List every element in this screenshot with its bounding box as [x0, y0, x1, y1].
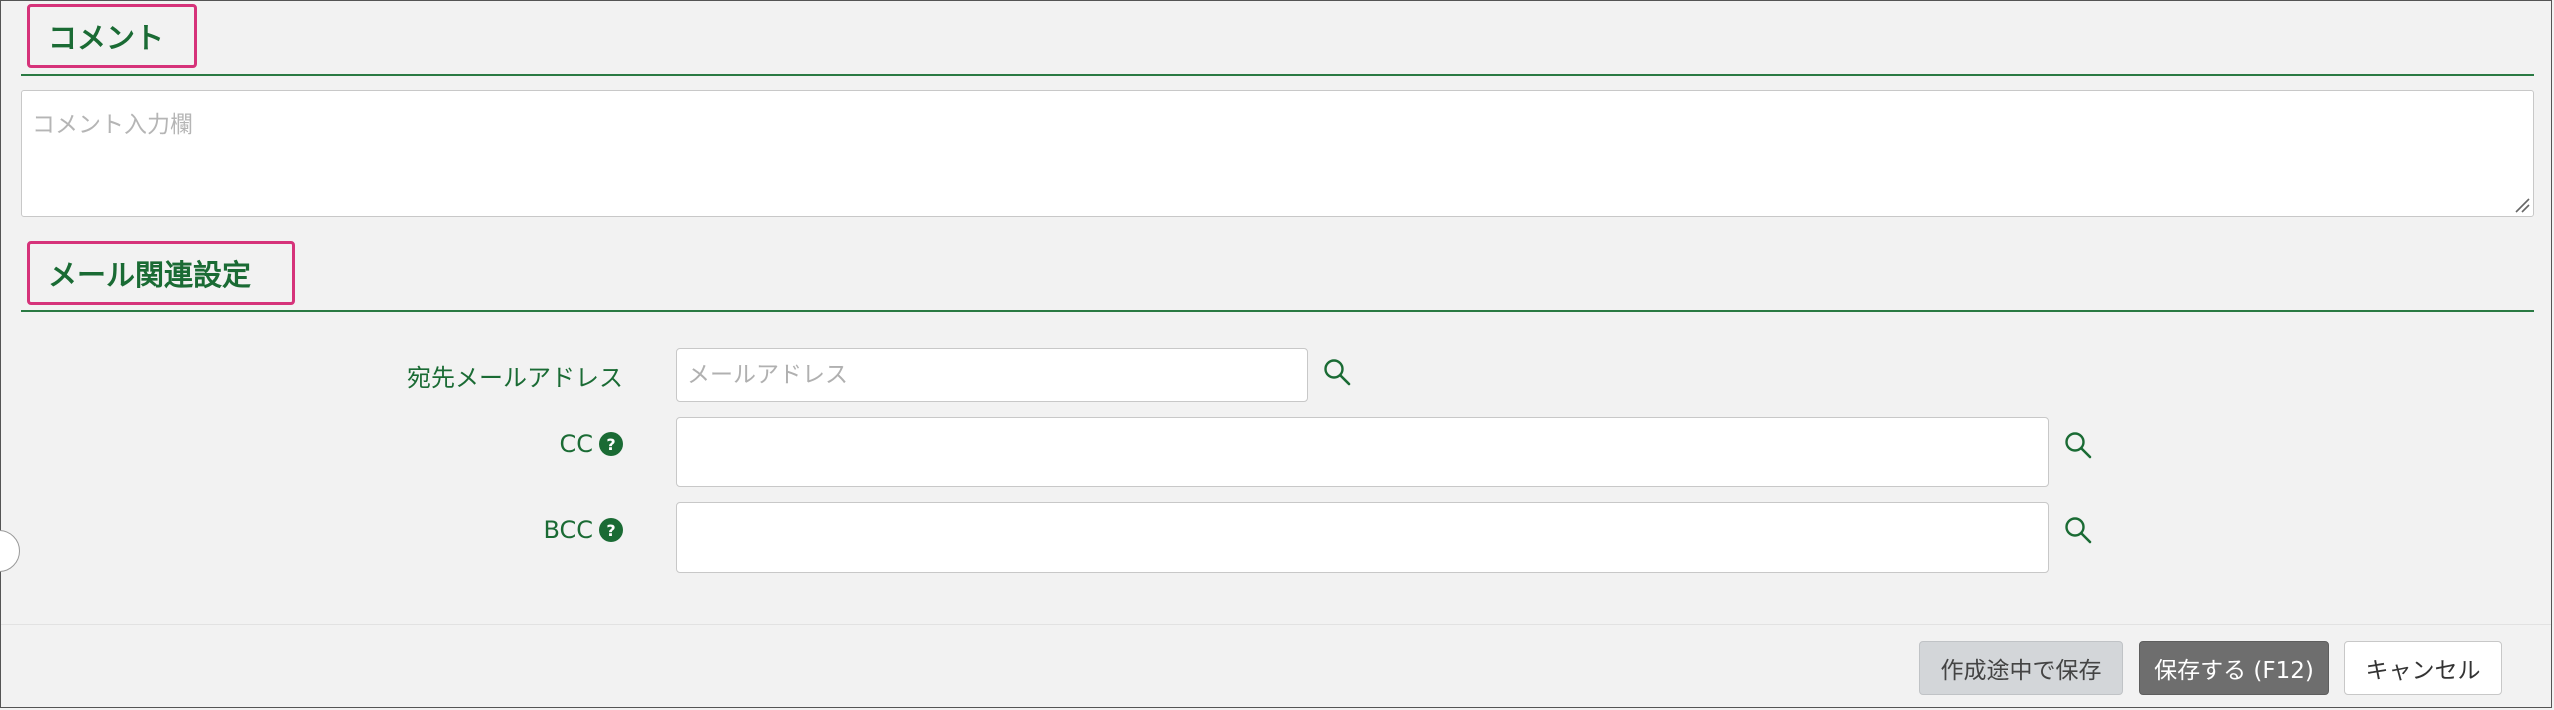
save-button[interactable]: 保存する (F12)	[2139, 641, 2329, 695]
comment-section-divider	[21, 74, 2534, 76]
to-address-label-text: 宛先メールアドレス	[407, 363, 623, 392]
cc-label: CC ?	[300, 424, 623, 464]
bcc-search-button[interactable]	[2061, 513, 2095, 547]
cancel-button[interactable]: キャンセル	[2344, 641, 2502, 695]
to-address-label: 宛先メールアドレス	[300, 355, 623, 395]
search-icon	[1324, 359, 1351, 386]
search-icon	[2065, 517, 2092, 544]
to-address-search-button[interactable]	[1320, 355, 1354, 389]
comment-section-title-text: コメント	[48, 21, 165, 55]
comment-section-title: コメント	[27, 4, 197, 68]
bcc-label: BCC ?	[300, 510, 623, 550]
comment-textarea[interactable]	[21, 90, 2534, 217]
cc-label-text: CC	[559, 430, 593, 458]
search-icon	[2065, 432, 2092, 459]
footer-divider	[1, 624, 2551, 625]
resize-grip-icon[interactable]	[2512, 195, 2530, 213]
mail-section-divider	[21, 310, 2534, 312]
help-icon[interactable]: ?	[599, 518, 623, 542]
to-address-input[interactable]	[676, 348, 1308, 402]
save-draft-button[interactable]: 作成途中で保存	[1919, 641, 2123, 695]
mail-section-title: メール関連設定	[27, 241, 295, 305]
cc-search-button[interactable]	[2061, 428, 2095, 462]
bcc-label-text: BCC	[543, 516, 593, 544]
cc-input[interactable]	[676, 417, 2049, 487]
mail-section-title-text: メール関連設定	[48, 258, 252, 292]
help-icon[interactable]: ?	[599, 432, 623, 456]
bcc-input[interactable]	[676, 502, 2049, 573]
